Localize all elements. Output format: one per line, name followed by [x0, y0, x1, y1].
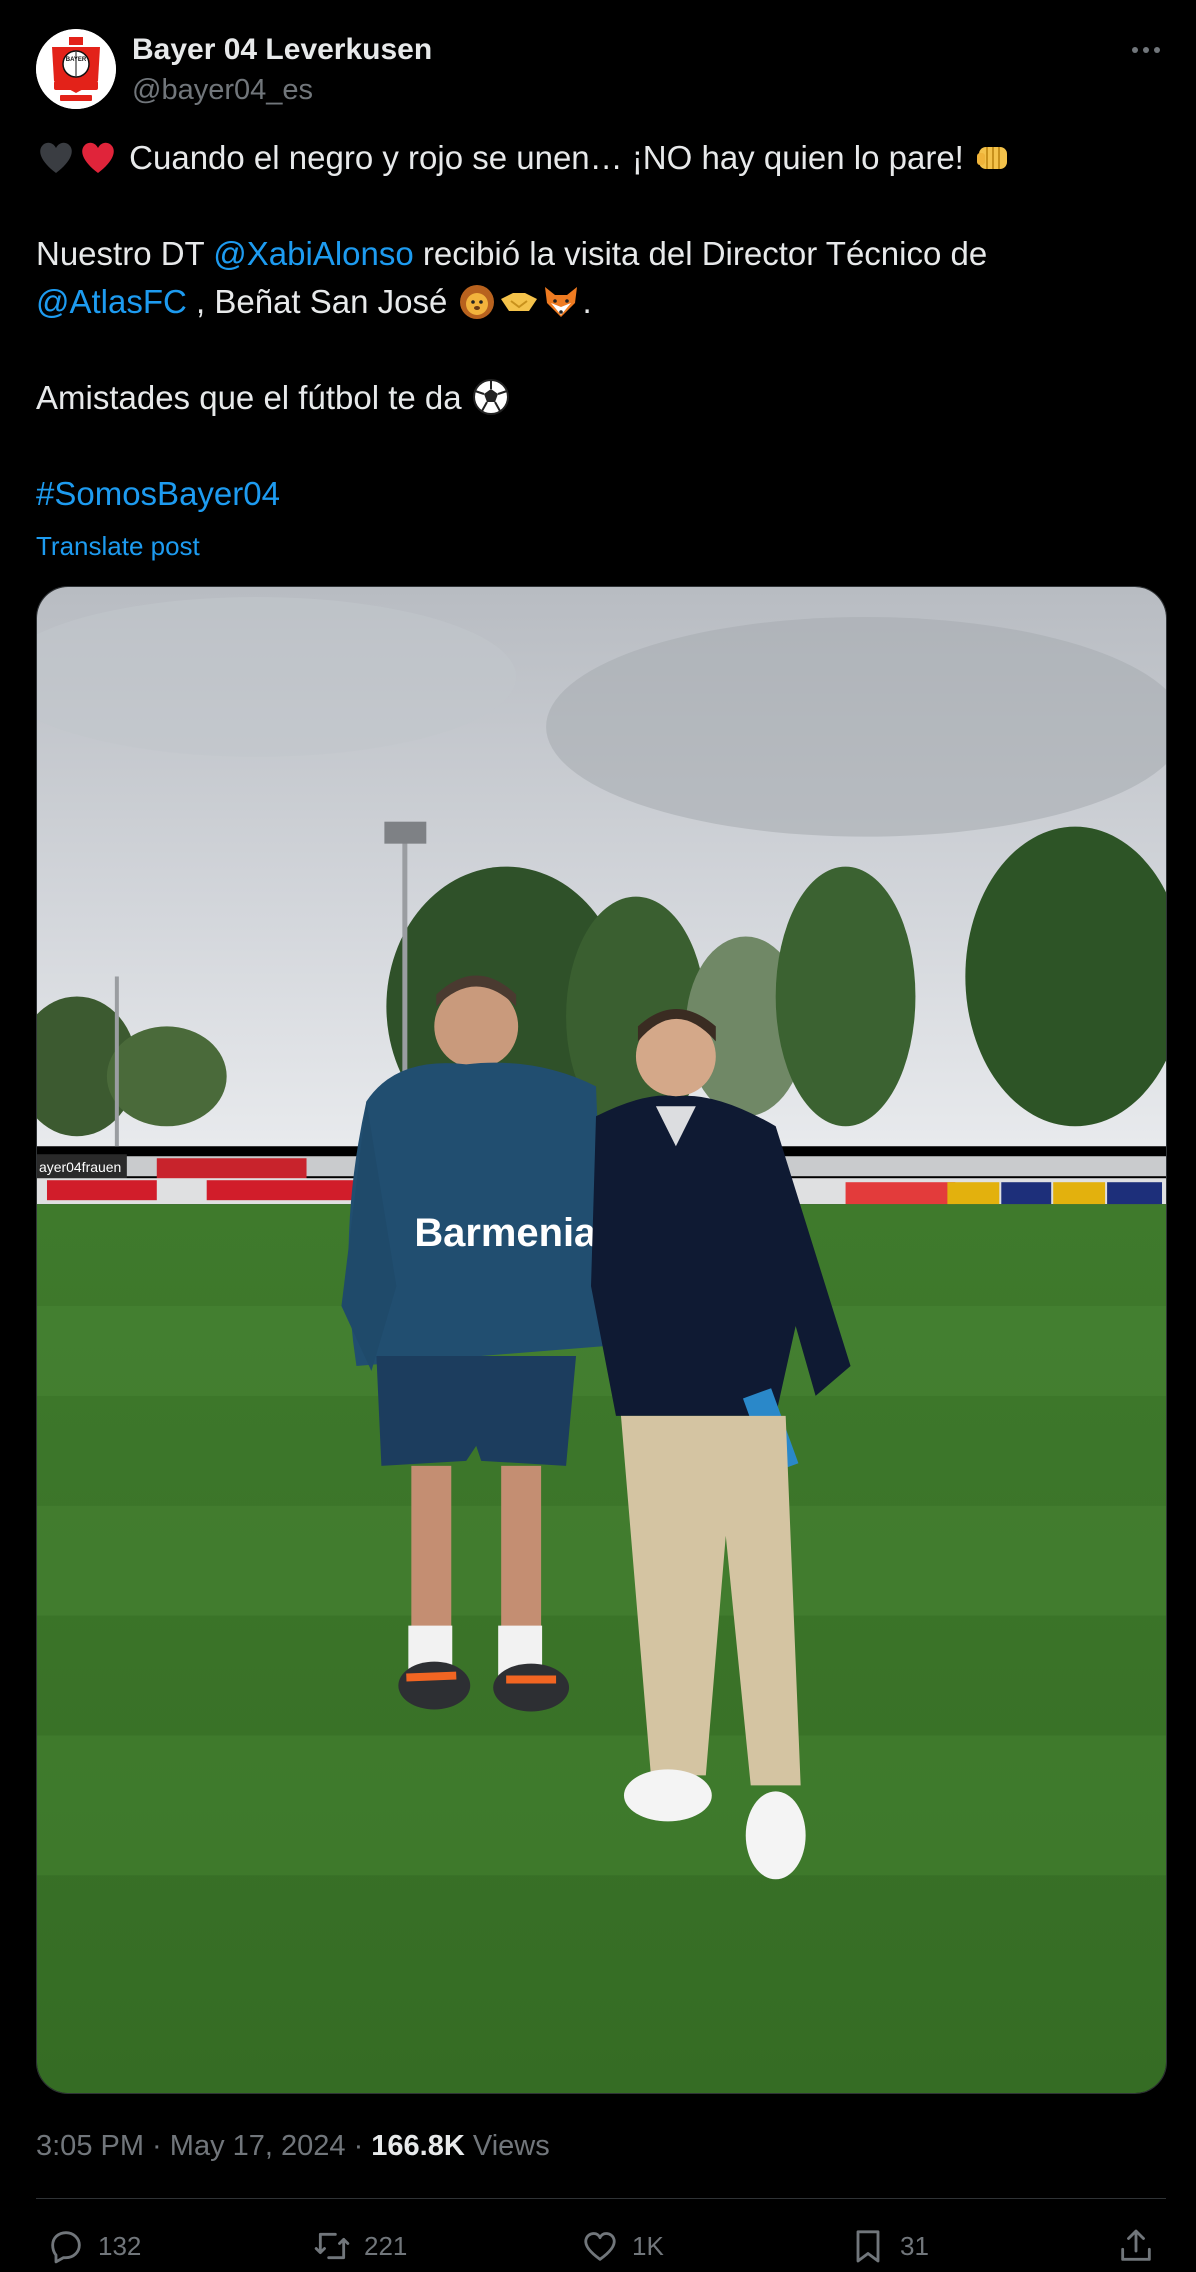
post-line-3-suffix: , Beñat San José [186, 283, 457, 320]
reply-icon [51, 2231, 81, 2264]
post-line-1-text: Cuando el negro y rojo se unen… ¡NO hay … [120, 139, 974, 176]
views-count: 166.8K [371, 2130, 465, 2162]
author-display-name[interactable]: Bayer 04 Leverkusen [132, 30, 432, 70]
repost-icon [314, 2232, 350, 2260]
mention-atlasfc-link[interactable]: @AtlasFC [36, 283, 187, 320]
meta-separator: · [345, 2130, 372, 2162]
more-dot-icon [1143, 47, 1149, 53]
post-line-3-end: . [582, 283, 592, 320]
heart-icon [584, 2232, 616, 2261]
svg-text:Barmenia: Barmenia [414, 1211, 597, 1255]
post-line-5: #SomosBayer04 [36, 470, 1156, 518]
fist-icon [977, 147, 1008, 169]
reply-button[interactable]: 132 [46, 2218, 141, 2272]
action-bar: 132 221 1K 31 [36, 2218, 1166, 2272]
post-line-1: Cuando el negro y rojo se unen… ¡NO hay … [36, 134, 1156, 182]
meta-separator: · [144, 2130, 170, 2162]
hashtag-link[interactable]: #SomosBayer04 [36, 475, 280, 512]
post-meta: 3:05 PM · May 17, 2024 · 166.8K Views [36, 2126, 550, 2166]
post-line-2: Nuestro DT @XabiAlonso recibió la visita… [36, 230, 1156, 278]
mention-xabialonso-link[interactable]: @XabiAlonso [213, 235, 413, 272]
repost-button[interactable]: 221 [312, 2218, 407, 2272]
bookmark-count: 31 [900, 2230, 929, 2261]
reply-count: 132 [98, 2230, 142, 2261]
author-handle[interactable]: @bayer04_es [132, 72, 313, 108]
like-button[interactable]: 1K [580, 2218, 664, 2272]
bookmark-button[interactable]: 31 [848, 2218, 929, 2272]
translate-post-link[interactable]: Translate post [36, 528, 200, 564]
post-line-4: Amistades que el fútbol te da [36, 374, 1156, 422]
post-photo[interactable]: ayer04frauen Barmenia [36, 586, 1167, 2094]
post-line-4-text: Amistades que el fútbol te da [36, 379, 471, 416]
divider [36, 2198, 1166, 2199]
lion-icon [459, 285, 494, 319]
soccer-ball-icon [472, 379, 509, 415]
handshake-icon [500, 293, 537, 311]
post-time[interactable]: 3:05 PM [36, 2130, 144, 2162]
fox-icon [544, 287, 577, 317]
bayer-crest-icon: BAYER [36, 29, 116, 109]
share-icon [1121, 2229, 1151, 2261]
author-avatar[interactable]: BAYER [36, 29, 116, 109]
views-label: Views [464, 2130, 550, 2162]
post-line-3: @AtlasFC , Beñat San José . [36, 278, 1156, 326]
more-options-button[interactable] [1126, 32, 1166, 68]
share-button[interactable] [1116, 2218, 1156, 2272]
more-dot-icon [1132, 47, 1138, 53]
more-dot-icon [1154, 47, 1160, 53]
post-date[interactable]: May 17, 2024 [170, 2130, 346, 2162]
post-text: Cuando el negro y rojo se unen… ¡NO hay … [36, 134, 1156, 518]
post-line-2-suffix: recibió la visita del Director Técnico d… [413, 235, 988, 272]
post-line-2-prefix: Nuestro DT [36, 235, 214, 272]
bookmark-icon [856, 2230, 880, 2263]
red-heart-icon [82, 142, 114, 173]
photo-image: ayer04frauen Barmenia [37, 587, 1166, 2093]
svg-text:ayer04frauen: ayer04frauen [39, 1159, 121, 1175]
repost-count: 221 [364, 2230, 408, 2261]
like-count: 1K [632, 2230, 664, 2261]
tweet-container: BAYER Bayer 04 Leverkusen @bayer04_es Cu… [0, 0, 1196, 2272]
black-heart-icon [40, 142, 72, 173]
